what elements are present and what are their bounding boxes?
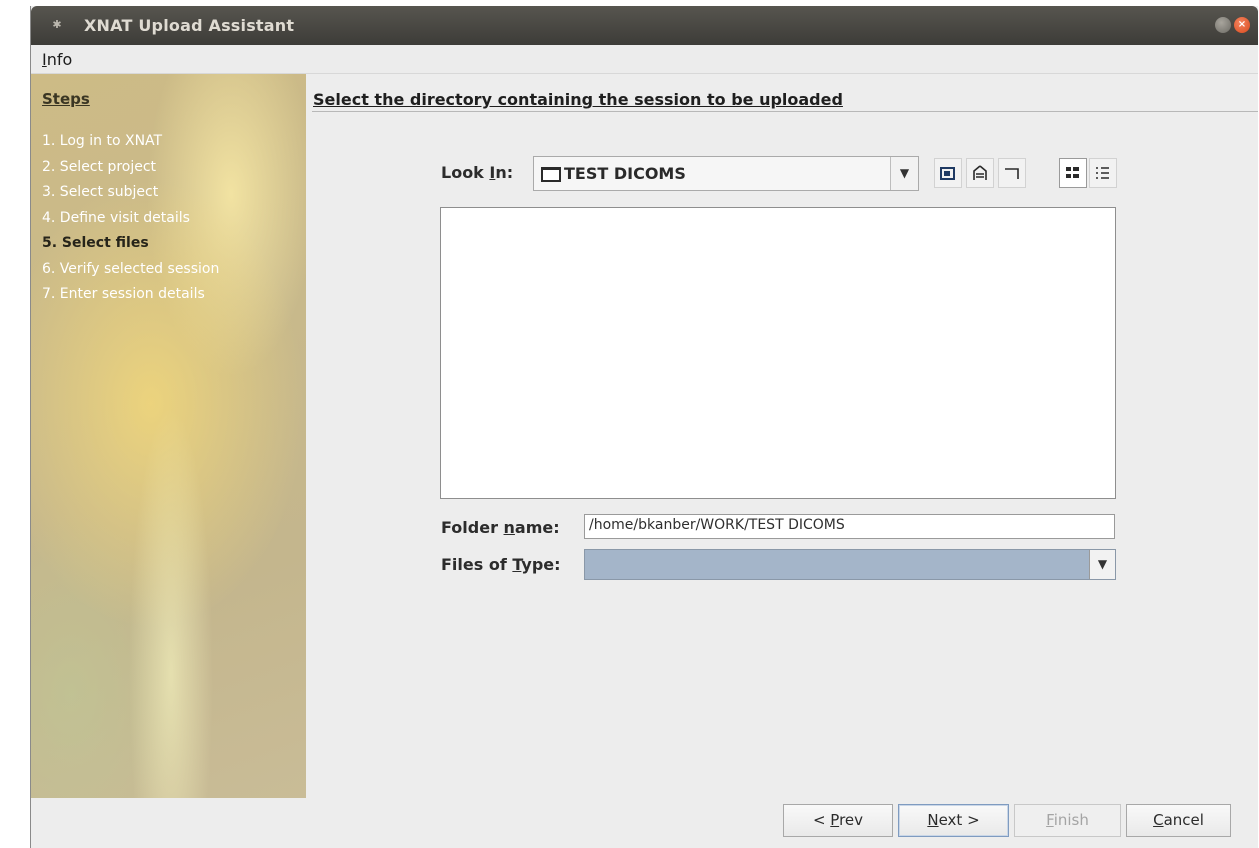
upload-assistant-window: ✱ XNAT Upload Assistant × Info Steps 1. … <box>30 6 1258 848</box>
look-in-label: Look In: <box>441 163 514 182</box>
content-header: Select the directory containing the sess… <box>313 90 843 109</box>
folder-name-label: Folder name: <box>441 518 560 537</box>
window-controls: × <box>1215 17 1250 33</box>
home-button[interactable] <box>966 158 994 188</box>
step-list: 1. Log in to XNAT 2. Select project 3. S… <box>42 129 219 308</box>
minimize-icon[interactable] <box>1215 17 1231 33</box>
steps-footer <box>31 798 306 848</box>
up-one-level-icon <box>940 167 955 180</box>
folder-name-input[interactable]: /home/bkanber/WORK/TEST DICOMS <box>584 514 1115 539</box>
step-item: 1. Log in to XNAT <box>42 133 163 149</box>
prev-button[interactable]: < Prev <box>783 804 893 837</box>
steps-header: Steps <box>42 90 90 108</box>
files-of-type-label: Files of Type: <box>441 555 561 574</box>
step-item: 3. Select subject <box>42 184 159 200</box>
menu-bar: Info <box>31 45 1258 74</box>
menu-info-label: nfo <box>46 50 73 69</box>
step-item-current: 5. Select files <box>42 235 149 251</box>
file-list[interactable] <box>440 207 1116 499</box>
folder-icon <box>541 167 561 182</box>
new-folder-button[interactable] <box>998 158 1026 188</box>
cancel-button[interactable]: Cancel <box>1126 804 1231 837</box>
header-divider <box>312 111 1258 112</box>
menu-info[interactable]: Info <box>42 50 72 69</box>
chevron-down-icon[interactable]: ▼ <box>890 157 918 190</box>
look-in-combo[interactable]: TEST DICOMS ▼ <box>533 156 919 191</box>
step-item: 7. Enter session details <box>42 286 205 302</box>
chevron-down-icon[interactable]: ▼ <box>1089 550 1115 579</box>
details-view-icon <box>1096 167 1109 179</box>
list-view-button[interactable] <box>1059 158 1087 188</box>
up-one-level-button[interactable] <box>934 158 962 188</box>
step-item: 4. Define visit details <box>42 209 190 226</box>
window-title: XNAT Upload Assistant <box>84 16 295 35</box>
look-in-value: TEST DICOMS <box>564 164 686 183</box>
details-view-button[interactable] <box>1089 158 1117 188</box>
home-icon <box>973 165 987 180</box>
list-view-icon <box>1066 167 1079 178</box>
next-button[interactable]: Next > <box>898 804 1009 837</box>
title-bar[interactable]: ✱ XNAT Upload Assistant × <box>31 6 1258 45</box>
close-icon[interactable]: × <box>1234 17 1250 33</box>
files-of-type-select[interactable]: ▼ <box>584 549 1116 580</box>
step-item: 2. Select project <box>42 158 157 175</box>
window-menu-icon[interactable]: ✱ <box>51 19 63 31</box>
step-item: 6. Verify selected session <box>42 260 220 277</box>
steps-panel: Steps 1. Log in to XNAT 2. Select projec… <box>31 74 306 798</box>
new-folder-icon <box>1005 168 1019 179</box>
finish-button[interactable]: Finish <box>1014 804 1121 837</box>
